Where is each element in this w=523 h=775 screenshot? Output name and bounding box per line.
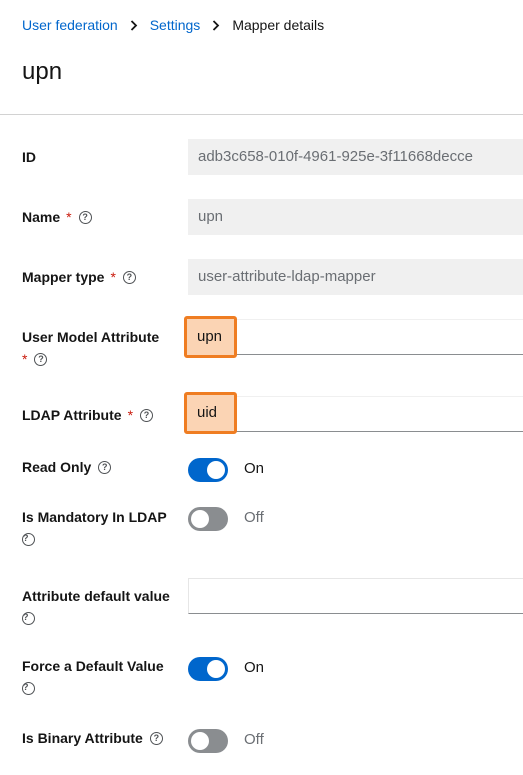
breadcrumb-settings[interactable]: Settings [150, 17, 201, 33]
help-icon[interactable]: ? [22, 612, 35, 625]
help-icon[interactable]: ? [98, 460, 112, 474]
required-marker: * [22, 351, 28, 367]
id-field: adb3c658-010f-4961-925e-3f11668decce [188, 139, 523, 175]
help-icon[interactable]: ? [78, 210, 92, 224]
breadcrumb-user-federation[interactable]: User federation [22, 17, 118, 33]
user-model-attribute-value[interactable]: upn [184, 316, 237, 358]
toggle-knob [207, 660, 225, 678]
is-binary-label: Is Binary Attribute? [22, 727, 163, 749]
name-field: upn [188, 199, 523, 235]
read-only-label: Read Only? [22, 456, 112, 478]
is-mandatory-label: Is Mandatory In LDAP ? [22, 506, 167, 547]
force-default-label: Force a Default Value ? [22, 655, 164, 696]
read-only-state: On [244, 460, 265, 477]
chevron-right-icon [212, 19, 220, 31]
required-marker: * [127, 407, 134, 423]
force-default-state: On [244, 659, 265, 676]
ldap-attribute-input[interactable] [188, 396, 523, 432]
required-marker: * [66, 209, 72, 225]
ldap-attribute-label: LDAP Attribute *? [22, 404, 154, 426]
is-binary-toggle[interactable] [188, 729, 228, 753]
attribute-default-label: Attribute default value ? [22, 585, 170, 626]
help-icon[interactable]: ? [22, 682, 35, 695]
help-icon[interactable]: ? [22, 533, 35, 546]
help-icon[interactable]: ? [140, 408, 154, 422]
toggle-knob [191, 510, 209, 528]
is-mandatory-toggle[interactable] [188, 507, 228, 531]
breadcrumb-current: Mapper details [232, 17, 325, 33]
attribute-default-input[interactable] [188, 578, 523, 614]
mapper-type-field: user-attribute-ldap-mapper [188, 259, 523, 295]
read-only-toggle[interactable] [188, 458, 228, 482]
required-marker: * [110, 269, 116, 285]
is-binary-state: Off [244, 731, 264, 748]
help-icon[interactable]: ? [34, 352, 48, 366]
user-model-attribute-input[interactable] [188, 319, 523, 355]
name-label: Name *? [22, 206, 92, 228]
page-header: User federation Settings Mapper details … [0, 0, 523, 115]
id-label: ID [22, 149, 36, 165]
breadcrumb: User federation Settings Mapper details [22, 17, 324, 33]
toggle-knob [191, 732, 209, 750]
force-default-toggle[interactable] [188, 657, 228, 681]
mapper-details-page: User federation Settings Mapper details … [0, 0, 523, 775]
page-title: upn [22, 58, 63, 85]
is-mandatory-state: Off [244, 509, 264, 526]
help-icon[interactable]: ? [149, 731, 163, 745]
toggle-knob [207, 461, 225, 479]
ldap-attribute-value[interactable]: uid [184, 392, 237, 434]
user-model-attribute-label: User Model Attribute *? [22, 329, 160, 367]
help-icon[interactable]: ? [122, 270, 136, 284]
mapper-type-label: Mapper type *? [22, 266, 136, 288]
chevron-right-icon [130, 19, 138, 31]
